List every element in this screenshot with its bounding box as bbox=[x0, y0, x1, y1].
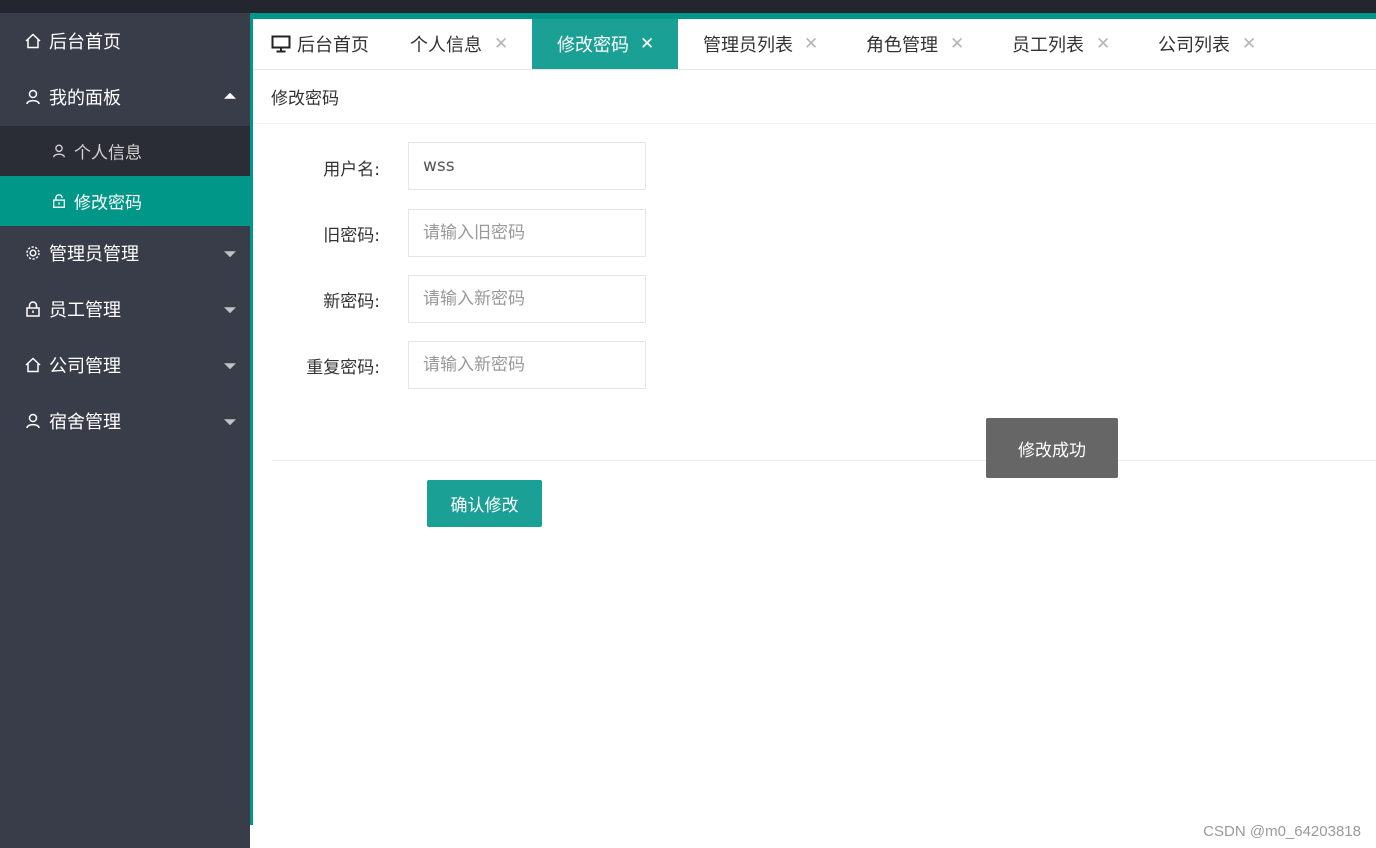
chevron-down-icon bbox=[224, 307, 236, 314]
sidebar-item-label: 宿舍管理 bbox=[49, 412, 121, 433]
repeat-password-label: 重复密码: bbox=[306, 358, 380, 378]
user-icon bbox=[24, 412, 42, 430]
watermark: CSDN @m0_64203818 bbox=[1203, 823, 1361, 840]
sidebar-item-label: 管理员管理 bbox=[49, 244, 139, 265]
user-icon bbox=[24, 88, 42, 106]
sidebar-subitem-change-password[interactable]: 修改密码 bbox=[0, 176, 250, 226]
tab-label: 管理员列表 bbox=[703, 35, 793, 56]
chevron-up-icon bbox=[224, 92, 236, 99]
chevron-down-icon bbox=[224, 419, 236, 426]
chevron-down-icon bbox=[224, 363, 236, 370]
sidebar-item-label: 员工管理 bbox=[49, 300, 121, 321]
close-icon[interactable]: ✕ bbox=[1242, 34, 1256, 54]
top-header-bar bbox=[0, 0, 1376, 13]
sidebar-item-admin-management[interactable]: 管理员管理 bbox=[0, 225, 250, 281]
monitor-icon bbox=[271, 35, 291, 53]
new-password-field[interactable] bbox=[408, 275, 646, 323]
tab-label: 修改密码 bbox=[557, 35, 629, 56]
tab-profile[interactable]: 个人信息 ✕ bbox=[385, 19, 532, 69]
breadcrumb-divider bbox=[253, 123, 1376, 124]
username-field[interactable] bbox=[408, 142, 646, 190]
sidebar-item-dashboard[interactable]: 后台首页 bbox=[0, 13, 250, 69]
tab-admin-list[interactable]: 管理员列表 ✕ bbox=[678, 19, 841, 69]
tab-label: 个人信息 bbox=[410, 35, 482, 56]
tab-label: 员工列表 bbox=[1012, 35, 1084, 56]
sidebar-subitem-profile[interactable]: 个人信息 bbox=[0, 126, 250, 176]
home-icon bbox=[24, 32, 42, 50]
chevron-down-icon bbox=[224, 251, 236, 258]
tab-company-list[interactable]: 公司列表 ✕ bbox=[1133, 19, 1279, 69]
close-icon[interactable]: ✕ bbox=[950, 34, 964, 54]
sidebar-item-dorm-management[interactable]: 宿舍管理 bbox=[0, 393, 250, 449]
tab-employee-list[interactable]: 员工列表 ✕ bbox=[987, 19, 1133, 69]
sidebar-item-employee-management[interactable]: 员工管理 bbox=[0, 281, 250, 337]
username-label: 用户名: bbox=[323, 160, 380, 180]
new-password-label: 新密码: bbox=[323, 292, 380, 312]
tab-label: 后台首页 bbox=[297, 35, 369, 56]
repeat-password-field[interactable] bbox=[408, 341, 646, 389]
tab-change-password[interactable]: 修改密码 ✕ bbox=[532, 19, 678, 69]
sidebar: 后台首页 我的面板 个人信息 修改密码 管理员管理 员工管理 公司管理 宿舍管理 bbox=[0, 13, 250, 848]
old-password-field[interactable] bbox=[408, 209, 646, 257]
close-icon[interactable]: ✕ bbox=[640, 34, 654, 54]
user-icon bbox=[51, 143, 67, 159]
breadcrumb: 修改密码 bbox=[271, 89, 339, 109]
confirm-change-button[interactable]: 确认修改 bbox=[427, 480, 542, 527]
lock-icon bbox=[51, 193, 67, 209]
sidebar-item-my-panel[interactable]: 我的面板 bbox=[0, 69, 250, 125]
tab-label: 角色管理 bbox=[866, 35, 938, 56]
sidebar-item-label: 我的面板 bbox=[49, 88, 121, 109]
sidebar-item-label: 后台首页 bbox=[49, 32, 121, 53]
sidebar-subitem-label: 个人信息 bbox=[74, 143, 142, 164]
success-toast: 修改成功 bbox=[986, 418, 1118, 478]
sidebar-item-label: 公司管理 bbox=[49, 356, 121, 377]
sidebar-subitem-label: 修改密码 bbox=[74, 193, 142, 214]
tab-bar: 后台首页 个人信息 ✕ 修改密码 ✕ 管理员列表 ✕ 角色管理 ✕ 员工列表 ✕… bbox=[253, 19, 1376, 70]
close-icon[interactable]: ✕ bbox=[494, 34, 508, 54]
close-icon[interactable]: ✕ bbox=[804, 34, 818, 54]
gear-icon bbox=[24, 244, 42, 262]
lock-icon bbox=[24, 300, 42, 318]
form-divider bbox=[272, 460, 1376, 461]
main-accent-border bbox=[250, 13, 253, 825]
tab-role-management[interactable]: 角色管理 ✕ bbox=[841, 19, 987, 69]
sidebar-submenu: 个人信息 修改密码 bbox=[0, 126, 250, 226]
tab-dashboard[interactable]: 后台首页 bbox=[253, 19, 385, 69]
sidebar-item-company-management[interactable]: 公司管理 bbox=[0, 337, 250, 393]
tab-label: 公司列表 bbox=[1158, 35, 1230, 56]
close-icon[interactable]: ✕ bbox=[1096, 34, 1110, 54]
home-icon bbox=[24, 356, 42, 374]
old-password-label: 旧密码: bbox=[323, 226, 380, 246]
